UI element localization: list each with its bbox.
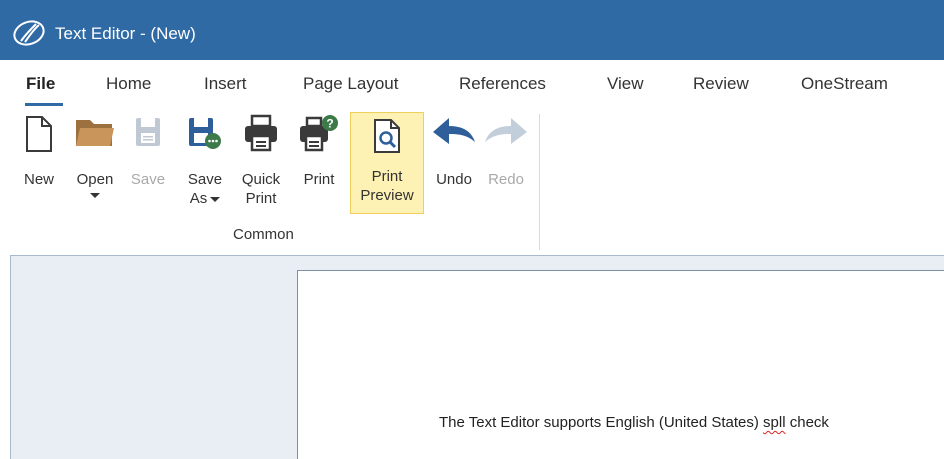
quick-print-label-line2: Print: [245, 190, 277, 207]
menu-home[interactable]: Home: [106, 74, 151, 94]
print-button[interactable]: ? Print: [294, 110, 344, 220]
print-preview-label-line1: Print: [371, 168, 403, 185]
new-button[interactable]: New: [18, 110, 60, 220]
open-button[interactable]: Open: [66, 110, 124, 220]
svg-text:?: ?: [326, 117, 333, 131]
document-text-start: The Text Editor supports English (United…: [439, 414, 764, 431]
document-text-end: check: [785, 414, 829, 431]
save-as-button[interactable]: Save As: [180, 110, 230, 220]
redo-button[interactable]: Redo: [480, 110, 532, 220]
menu-file[interactable]: File: [26, 74, 55, 94]
new-document-icon: [24, 114, 54, 159]
ribbon: New Open Save Save As Quick Print ? Prin…: [0, 106, 944, 250]
new-label: New: [23, 171, 54, 188]
print-preview-button[interactable]: Print Preview: [350, 112, 424, 214]
document-text[interactable]: The Text Editor supports English (United…: [439, 414, 829, 431]
undo-icon: [431, 114, 477, 155]
ribbon-group-label: Common: [233, 226, 294, 243]
open-label: Open: [76, 171, 114, 188]
onestream-logo-icon: [12, 20, 46, 51]
save-icon: [133, 114, 163, 155]
save-button[interactable]: Save: [127, 110, 169, 220]
document-area: The Text Editor supports English (United…: [10, 255, 944, 459]
print-label: Print: [303, 171, 335, 188]
folder-icon: [74, 114, 116, 155]
quick-print-button[interactable]: Quick Print: [236, 110, 286, 220]
menu-view[interactable]: View: [607, 74, 644, 94]
save-as-label-line2: As: [189, 190, 208, 207]
save-label: Save: [130, 171, 166, 188]
menu-page-layout[interactable]: Page Layout: [303, 74, 398, 94]
open-dropdown-arrow-icon[interactable]: [90, 193, 100, 198]
save-as-label-line1: Save: [187, 171, 223, 188]
save-as-dropdown-arrow-icon[interactable]: [210, 196, 221, 202]
window-title: Text Editor - (New): [55, 24, 196, 43]
menu-bar: File Home Insert Page Layout References …: [0, 60, 944, 106]
title-bar: Text Editor - (New): [0, 0, 944, 60]
menu-insert[interactable]: Insert: [204, 74, 247, 94]
print-preview-label-line2: Preview: [360, 187, 414, 204]
printer-icon: [243, 114, 279, 157]
save-as-icon: [186, 114, 224, 155]
print-preview-icon: [372, 117, 402, 160]
redo-label: Redo: [488, 171, 524, 188]
menu-onestream[interactable]: OneStream: [801, 74, 888, 94]
misspelled-word[interactable]: spll: [763, 414, 786, 431]
undo-button[interactable]: Undo: [428, 110, 480, 220]
menu-references[interactable]: References: [459, 74, 546, 94]
quick-print-label-line1: Quick: [241, 171, 281, 188]
undo-label: Undo: [436, 171, 472, 188]
redo-icon: [483, 114, 529, 155]
print-dialog-icon: ?: [299, 114, 339, 157]
menu-review[interactable]: Review: [693, 74, 749, 94]
document-page[interactable]: The Text Editor supports English (United…: [297, 270, 944, 459]
ribbon-group-separator: [539, 114, 540, 250]
text-editor-window: Text Editor - (New) File Home Insert Pag…: [0, 0, 944, 459]
